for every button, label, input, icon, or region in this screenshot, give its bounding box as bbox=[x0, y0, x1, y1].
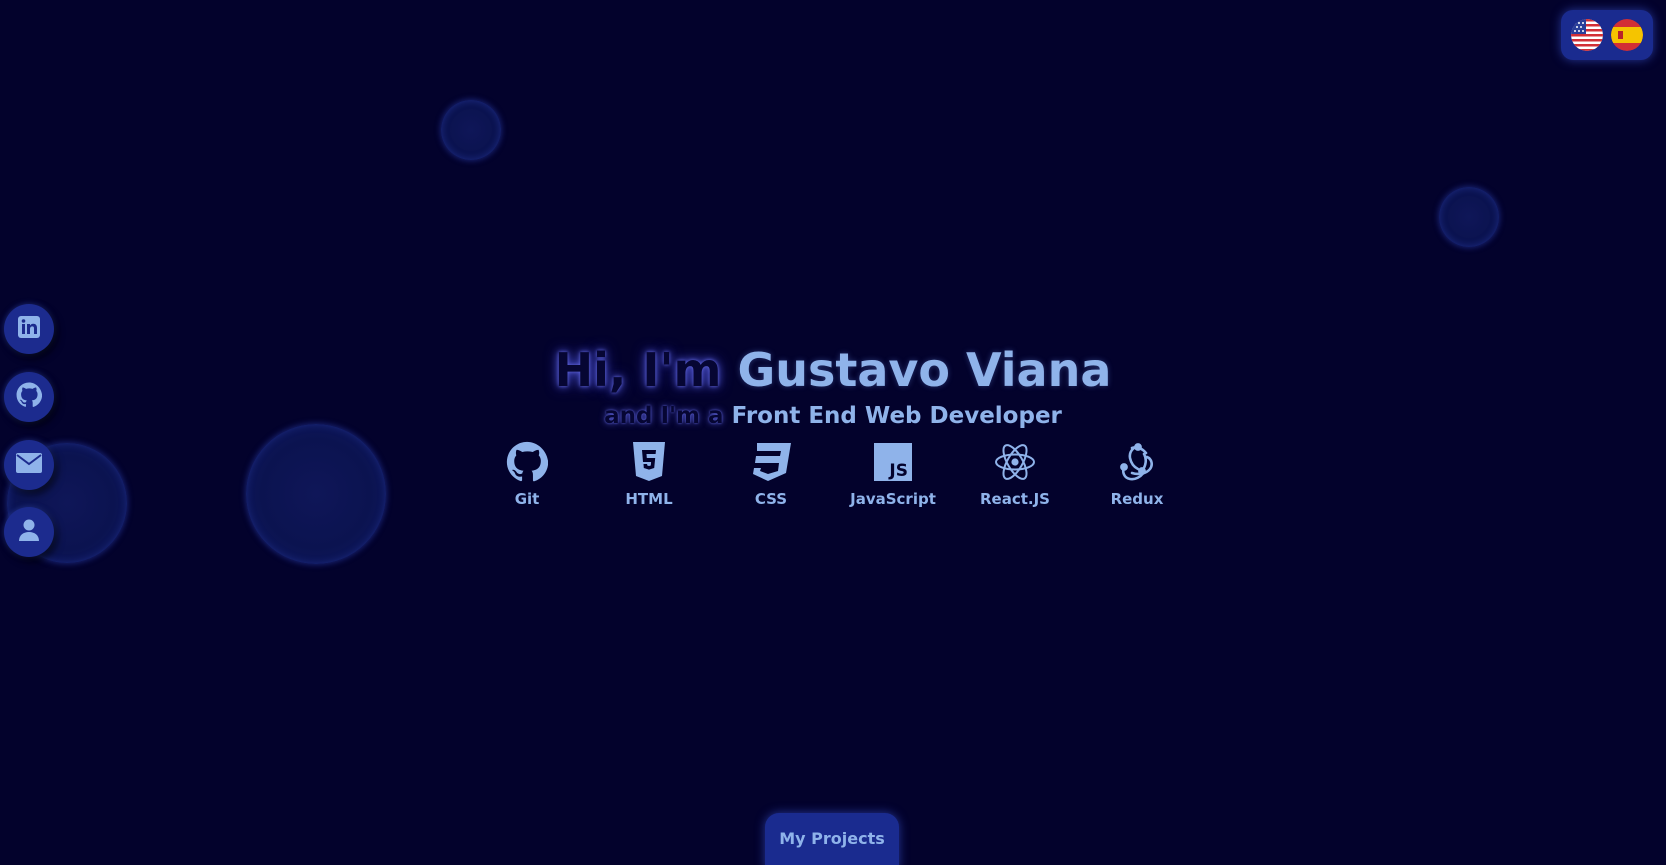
github-icon bbox=[505, 440, 549, 484]
hero-name: Gustavo Viana bbox=[737, 343, 1112, 397]
skill-item-redux: Redux bbox=[1076, 440, 1198, 508]
my-projects-button[interactable]: My Projects bbox=[765, 813, 899, 865]
skill-label: Redux bbox=[1110, 490, 1164, 508]
background-bubble bbox=[441, 100, 501, 160]
skills-list: Git HTML CSS JS JavaScript React.JS Redu… bbox=[466, 440, 1198, 508]
react-icon bbox=[993, 440, 1037, 484]
skill-item-css: CSS bbox=[710, 440, 832, 508]
skill-label: Git bbox=[514, 490, 540, 508]
skill-item-html: HTML bbox=[588, 440, 710, 508]
email-link[interactable] bbox=[4, 440, 54, 490]
mail-icon bbox=[16, 453, 42, 477]
hero: Hi, I'm Gustavo Viana and I'm a Front En… bbox=[0, 338, 1666, 430]
hero-subtitle: and I'm a Front End Web Developer bbox=[0, 402, 1666, 430]
skill-label: React.JS bbox=[980, 490, 1050, 508]
page: Hi, I'm Gustavo Viana and I'm a Front En… bbox=[0, 0, 1666, 865]
svg-text:JS: JS bbox=[888, 461, 908, 481]
skill-label: CSS bbox=[754, 490, 788, 508]
skill-item-react: React.JS bbox=[954, 440, 1076, 508]
skill-label: JavaScript bbox=[850, 490, 936, 508]
skill-item-javascript: JS JavaScript bbox=[832, 440, 954, 508]
javascript-icon: JS bbox=[871, 440, 915, 484]
redux-icon bbox=[1115, 440, 1159, 484]
hero-title: Hi, I'm Gustavo Viana bbox=[0, 338, 1666, 402]
hero-greeting: Hi, I'm bbox=[554, 343, 722, 397]
html5-icon bbox=[627, 440, 671, 484]
css3-icon bbox=[749, 440, 793, 484]
skill-item-git: Git bbox=[466, 440, 588, 508]
hero-subtitle-prefix: and I'm a bbox=[604, 403, 724, 429]
background-bubble bbox=[1439, 187, 1499, 247]
us-flag-icon[interactable] bbox=[1571, 19, 1603, 51]
language-switcher bbox=[1561, 10, 1653, 60]
spain-flag-icon[interactable] bbox=[1611, 19, 1643, 51]
skill-label: HTML bbox=[625, 490, 673, 508]
about-link[interactable] bbox=[4, 507, 54, 557]
hero-role: Front End Web Developer bbox=[731, 403, 1062, 429]
background-bubble bbox=[246, 424, 386, 564]
user-icon bbox=[17, 518, 41, 546]
